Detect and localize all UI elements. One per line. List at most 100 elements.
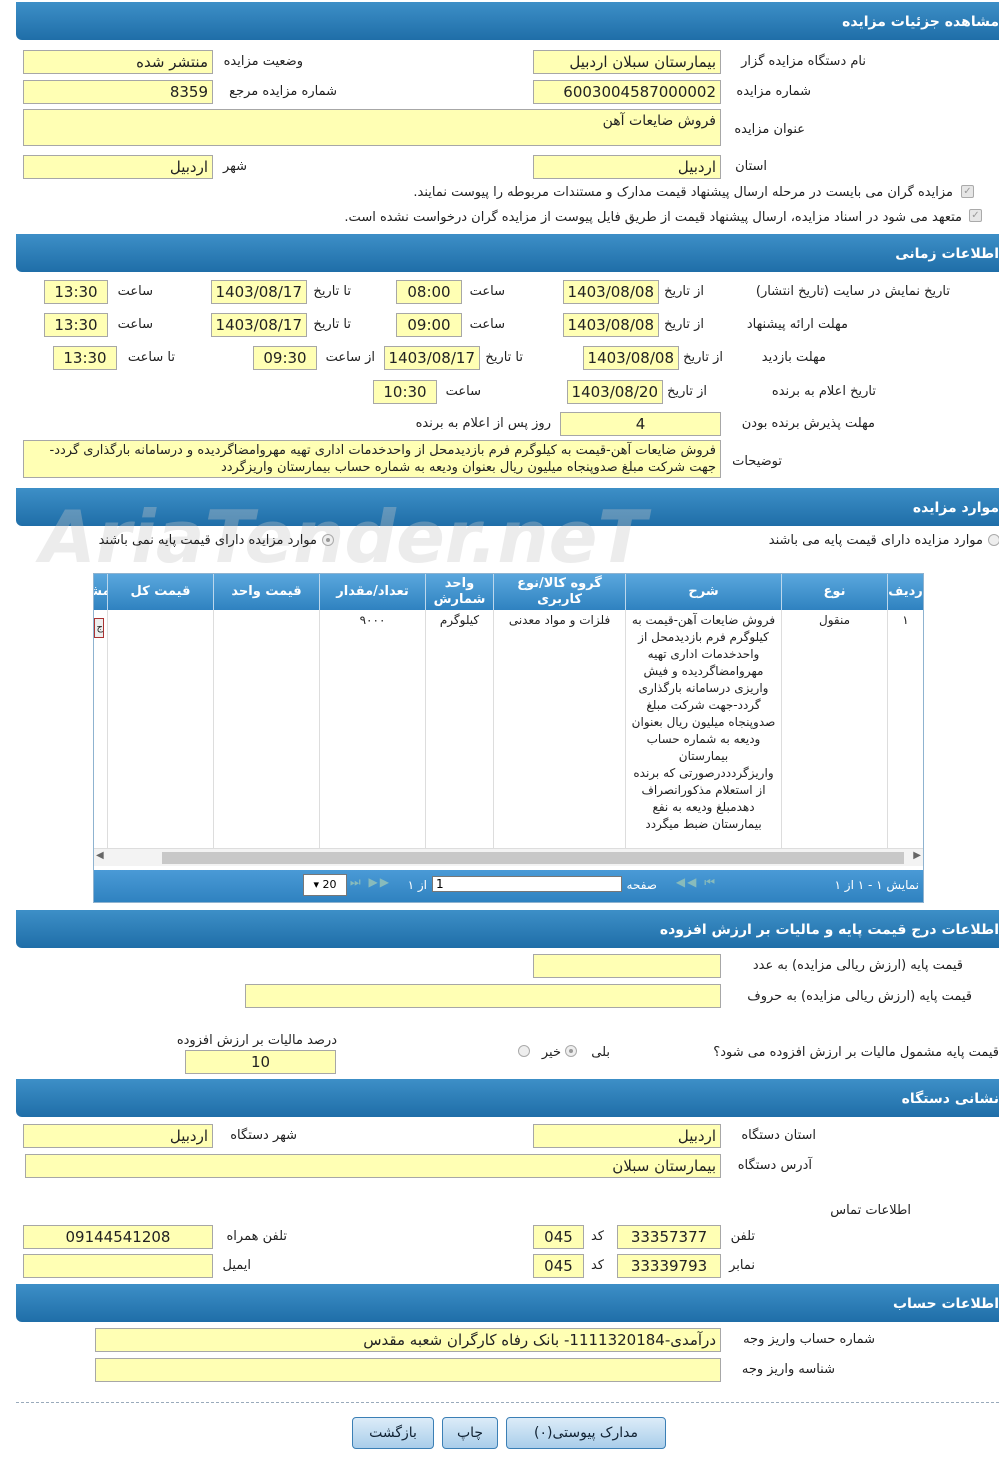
pager-next-icon[interactable]: ▶▶ ⏭: [350, 875, 391, 890]
vat-no-label: خیر: [541, 1045, 561, 1060]
cell-qty: ۹۰۰۰: [319, 610, 425, 848]
offer-time1: 09:00: [396, 313, 462, 337]
price-num-label: قیمت پایه (ارزش ریالی مزایده) به عدد: [752, 958, 963, 973]
status-label: وضعیت مزایده: [223, 54, 303, 69]
payment-id-label: شناسه واریز وجه: [741, 1362, 835, 1377]
section-header-details: مشاهده جزئیات مزایده: [16, 2, 999, 40]
accept-label: مهلت پذیرش برنده بودن: [741, 416, 875, 431]
winner-time: 10:30: [373, 380, 437, 404]
vat-question: قیمت پایه مشمول مالیات بر ارزش افزوده می…: [713, 1045, 999, 1060]
time-label: ساعت: [469, 284, 505, 299]
cell-idx: ۱: [887, 610, 923, 848]
visit-time2: 13:30: [53, 346, 117, 370]
desc-field: فروش ضایعات آهن-قیمت به کیلوگرم فرم بازد…: [23, 440, 721, 478]
vat-label: درصد مالیات بر ارزش افزوده: [176, 1033, 337, 1048]
mobile-label: تلفن همراه: [226, 1229, 288, 1244]
print-button[interactable]: چاپ: [442, 1417, 498, 1449]
tel-code-field: 045: [533, 1225, 584, 1249]
page-size-select[interactable]: 20 ▾: [303, 874, 347, 896]
to-date-label: تا تاریخ: [485, 350, 523, 365]
tel-label: تلفن: [730, 1229, 755, 1244]
from-time-label: از ساعت: [325, 350, 375, 365]
accept-suffix: روز پس از اعلام به برنده: [415, 416, 551, 431]
num-field: 6003004587000002: [533, 80, 721, 104]
addr-label: آدرس دستگاه: [737, 1158, 812, 1173]
publish-label: تاریخ نمایش در سایت (تاریخ انتشار): [755, 284, 950, 299]
section-header-price: اطلاعات درج قیمت پایه و مالیات بر ارزش ا…: [16, 910, 999, 948]
commit-text: متعهد می شود در اسناد مزایده، ارسال پیشن…: [344, 210, 962, 225]
fax-field: 33339793: [617, 1254, 721, 1278]
time-label: ساعت: [445, 384, 481, 399]
col-group: گروه کالا/نوع کاربری: [493, 574, 625, 610]
fax-code-label: کد: [590, 1258, 604, 1273]
row-action-button[interactable]: ج: [94, 618, 104, 638]
province-label: استان: [735, 159, 767, 174]
has-base-price-radio[interactable]: [988, 534, 999, 546]
price-words-field: [245, 984, 721, 1008]
addr-city-label: شهر دستگاه: [230, 1128, 297, 1143]
commit-checkbox[interactable]: ✓: [969, 209, 982, 222]
from-date-label: از تاریخ: [664, 317, 704, 332]
to-date-label: تا تاریخ: [313, 317, 351, 332]
price-words-label: قیمت پایه (ارزش ریالی مزایده) به حروف: [747, 989, 972, 1004]
scroll-right-icon[interactable]: ▶: [913, 850, 921, 861]
time-label: ساعت: [117, 284, 153, 299]
visit-time1: 09:30: [253, 346, 317, 370]
pager-first-icon[interactable]: ⏮ ◀◀: [676, 875, 717, 890]
attach-text: مزایده گران می بایست در مرحله ارسال پیشن…: [413, 185, 953, 200]
account-label: شماره حساب واریز وجه: [743, 1332, 875, 1347]
col-unit: واحد شمارش: [425, 574, 493, 610]
no-base-price-radio[interactable]: [322, 534, 334, 546]
publish-time1: 08:00: [396, 280, 462, 304]
city-label: شهر: [222, 159, 247, 174]
visit-from: 1403/08/08: [583, 346, 679, 370]
vat-no-radio[interactable]: [518, 1045, 530, 1057]
section-header-address: نشانی دستگاه: [16, 1079, 999, 1117]
cell-type: منقول: [781, 610, 887, 848]
horizontal-scrollbar[interactable]: ◀ ▶: [94, 848, 923, 866]
addr-city-field: اردبیل: [23, 1124, 213, 1148]
scroll-thumb[interactable]: [162, 852, 904, 864]
page-input[interactable]: 1: [432, 876, 622, 892]
col-desc: شرح: [625, 574, 781, 610]
has-base-price-text: موارد مزایده دارای قیمت پایه می باشند: [768, 533, 983, 548]
visit-to: 1403/08/17: [384, 346, 480, 370]
pager-of: از ۱: [407, 878, 427, 892]
col-qty: تعداد/مقدار: [319, 574, 425, 610]
offer-to: 1403/08/17: [211, 313, 307, 337]
email-label: ایمیل: [222, 1258, 251, 1273]
offer-time2: 13:30: [44, 313, 108, 337]
vat-field: 10: [185, 1050, 336, 1074]
cell-unit-price: [213, 610, 319, 848]
attach-checkbox[interactable]: ✓: [961, 185, 974, 198]
section-header-account: اطلاعات حساب: [16, 1284, 999, 1322]
col-unit-price: قیمت واحد: [213, 574, 319, 610]
cell-group: فلزات و مواد معدنی: [493, 610, 625, 848]
vat-yes-label: بلی: [591, 1045, 610, 1060]
payment-id-field: [95, 1358, 721, 1382]
ref-label: شماره مزایده مرجع: [229, 84, 337, 99]
from-date-label: از تاریخ: [667, 384, 707, 399]
desc-label: توضیحات: [732, 454, 782, 469]
scroll-left-icon[interactable]: ◀: [96, 850, 104, 861]
fax-label: نمابر: [729, 1258, 755, 1273]
to-time-label: تا ساعت: [127, 350, 175, 365]
pager-page-label: صفحه: [626, 878, 657, 892]
col-idx: ردیف: [887, 574, 923, 610]
publish-time2: 13:30: [44, 280, 108, 304]
subject-label: عنوان مزایده: [734, 122, 805, 137]
email-field: [23, 1254, 213, 1278]
offer-from: 1403/08/08: [563, 313, 659, 337]
vat-yes-radio[interactable]: [565, 1045, 577, 1057]
time-label: ساعت: [117, 317, 153, 332]
from-date-label: از تاریخ: [664, 284, 704, 299]
tel-code-label: کد: [590, 1229, 604, 1244]
province-field: اردبیل: [533, 155, 721, 179]
no-base-price-text: موارد مزایده دارای قیمت پایه نمی باشند: [98, 533, 317, 548]
time-label: ساعت: [469, 317, 505, 332]
org-field: بیمارستان سبلان اردبیل: [533, 50, 721, 74]
visit-label: مهلت بازدید: [761, 350, 826, 365]
section-header-timing: اطلاعات زمانی: [16, 234, 999, 272]
attachments-button[interactable]: مدارک پیوستی(۰): [506, 1417, 666, 1449]
back-button[interactable]: بازگشت: [352, 1417, 434, 1449]
